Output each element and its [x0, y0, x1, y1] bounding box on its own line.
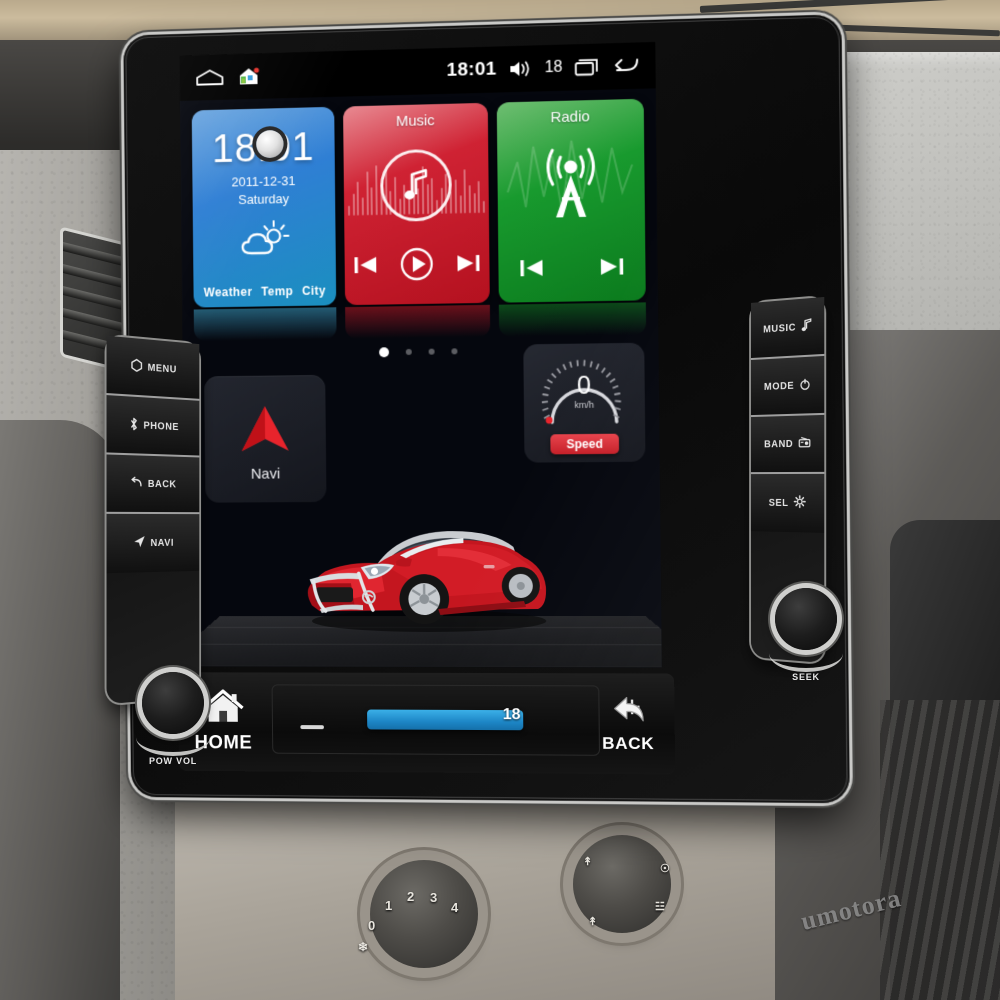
- back-curved-arrow-icon: [606, 692, 649, 731]
- home-outline-icon[interactable]: [195, 68, 224, 87]
- house-launcher-icon[interactable]: [238, 66, 260, 86]
- launcher-app-area: 18:01 2011-12-31 Saturday: [180, 88, 662, 668]
- hw-key-sel[interactable]: SEL: [750, 473, 825, 533]
- volume-slider-track[interactable]: + 18: [271, 684, 641, 756]
- power-volume-knob[interactable]: [142, 672, 204, 734]
- radio-band-icon: [798, 437, 810, 451]
- page-dot[interactable]: [405, 348, 412, 355]
- volume-decrease-button[interactable]: [300, 725, 324, 730]
- hw-key-back-label: BACK: [147, 478, 177, 490]
- head-unit: 18:01 18 2011-12-31 Saturday Weather Tem…: [123, 14, 850, 804]
- hw-key-music-label: MUSIC: [763, 321, 797, 336]
- air-direction-icon: ↟: [583, 856, 593, 868]
- hw-key-back[interactable]: BACK: [106, 454, 200, 515]
- hw-key-band-label: BAND: [764, 438, 794, 450]
- hvac-fan-number: 2: [407, 889, 415, 904]
- next-station-icon[interactable]: [599, 255, 626, 283]
- music-transport-controls: [345, 246, 490, 287]
- tile-music[interactable]: Music: [343, 102, 490, 306]
- gear-settings-icon: [793, 495, 805, 511]
- dashboard-left-lower: [0, 420, 120, 1000]
- page-dot[interactable]: [450, 348, 457, 355]
- tile-reflections: [193, 302, 647, 342]
- temp-label: Temp: [261, 284, 294, 299]
- touchscreen-display[interactable]: 18:01 18 2011-12-31 Saturday Weather Tem…: [179, 41, 662, 668]
- clock-weekday: Saturday: [238, 191, 290, 208]
- air-direction-icon: ☉: [660, 863, 670, 875]
- page-dot[interactable]: [428, 348, 435, 355]
- hw-key-phone-label: PHONE: [143, 419, 179, 433]
- city-label: City: [301, 283, 326, 298]
- play-icon[interactable]: [400, 247, 434, 286]
- speed-value: 0: [576, 371, 592, 400]
- hw-key-phone[interactable]: PHONE: [106, 395, 200, 458]
- defrost-icon: ☳: [655, 901, 665, 913]
- hvac-fan-knob[interactable]: [364, 854, 484, 974]
- hw-key-music[interactable]: MUSIC: [750, 296, 825, 361]
- hw-key-menu[interactable]: MENU: [106, 335, 200, 401]
- volume-level-value: 18: [502, 706, 521, 724]
- hvac-fan-number: 3: [430, 890, 438, 905]
- app-tile-row: 18:01 2011-12-31 Saturday: [191, 98, 646, 308]
- volume-level-fill[interactable]: 18: [367, 706, 524, 731]
- back-arrow-icon: [131, 476, 143, 491]
- tile-radio[interactable]: Radio: [496, 98, 646, 303]
- bottom-control-strip: HOME + 18 BACK: [178, 672, 676, 775]
- music-note-icon: [801, 318, 812, 335]
- hvac-fan-number: 4: [451, 900, 459, 915]
- hw-key-navi-label: NAVI: [150, 537, 174, 549]
- recent-apps-icon[interactable]: [575, 58, 601, 77]
- previous-station-icon[interactable]: [518, 257, 544, 285]
- left-hardware-key-panel: MENU PHONE BACK NAVI: [106, 335, 200, 705]
- hvac-fan-number: 1: [385, 898, 393, 913]
- menu-hexagon-icon: [131, 358, 143, 375]
- status-time: 18:01: [446, 58, 497, 81]
- clock-date: 2011-12-31: [231, 173, 296, 190]
- hw-key-sel-label: SEL: [768, 497, 789, 509]
- hw-key-mode[interactable]: MODE: [750, 355, 825, 418]
- clock-footer-labels: Weather Temp City: [194, 283, 337, 300]
- page-dot-active[interactable]: [378, 347, 389, 358]
- bluetooth-icon: [128, 416, 138, 434]
- status-volume-value: 18: [544, 58, 563, 77]
- back-button[interactable]: BACK: [587, 681, 669, 764]
- home-solid-icon: [201, 688, 246, 731]
- tile-music-title: Music: [395, 112, 435, 131]
- seek-knob-label: SEEK: [792, 672, 820, 682]
- radio-transport-controls: [498, 255, 645, 285]
- car-dashboard-scene: 0 1 2 3 4 ❄ ☳ ☉ ↟ ↟ umotora 18:01 18 201…: [0, 0, 1000, 1000]
- previous-track-icon[interactable]: [352, 254, 378, 281]
- back-arrow-icon[interactable]: [613, 57, 640, 76]
- power-volume-knob-assembly: POW VOL: [136, 672, 210, 766]
- hw-key-mode-label: MODE: [764, 380, 795, 393]
- door-texture: [880, 700, 1000, 1000]
- weather-label: Weather: [203, 284, 253, 300]
- car-wallpaper-scene: [183, 435, 662, 668]
- back-button-label: BACK: [602, 733, 655, 753]
- next-track-icon[interactable]: [455, 252, 481, 279]
- power-mode-icon: [799, 377, 810, 393]
- seek-knob[interactable]: [775, 588, 837, 650]
- power-volume-knob-label: POW VOL: [148, 756, 198, 766]
- seek-knob-assembly: SEEK: [769, 588, 843, 682]
- speaker-volume-icon[interactable]: [508, 60, 532, 79]
- hw-key-menu-label: MENU: [147, 361, 177, 376]
- sun-behind-cloud-icon: [193, 218, 336, 265]
- hw-key-band[interactable]: BAND: [750, 414, 825, 475]
- speed-unit: km/h: [574, 399, 595, 411]
- hw-key-navi[interactable]: NAVI: [106, 513, 200, 574]
- navigation-arrow-icon: [134, 535, 146, 551]
- air-direction-icon: ↟: [588, 916, 598, 928]
- fan-icon: ❄: [358, 940, 369, 954]
- hvac-fan-number: 0: [368, 918, 376, 933]
- radio-tower-icon: [527, 144, 614, 227]
- red-car-image: [289, 513, 558, 633]
